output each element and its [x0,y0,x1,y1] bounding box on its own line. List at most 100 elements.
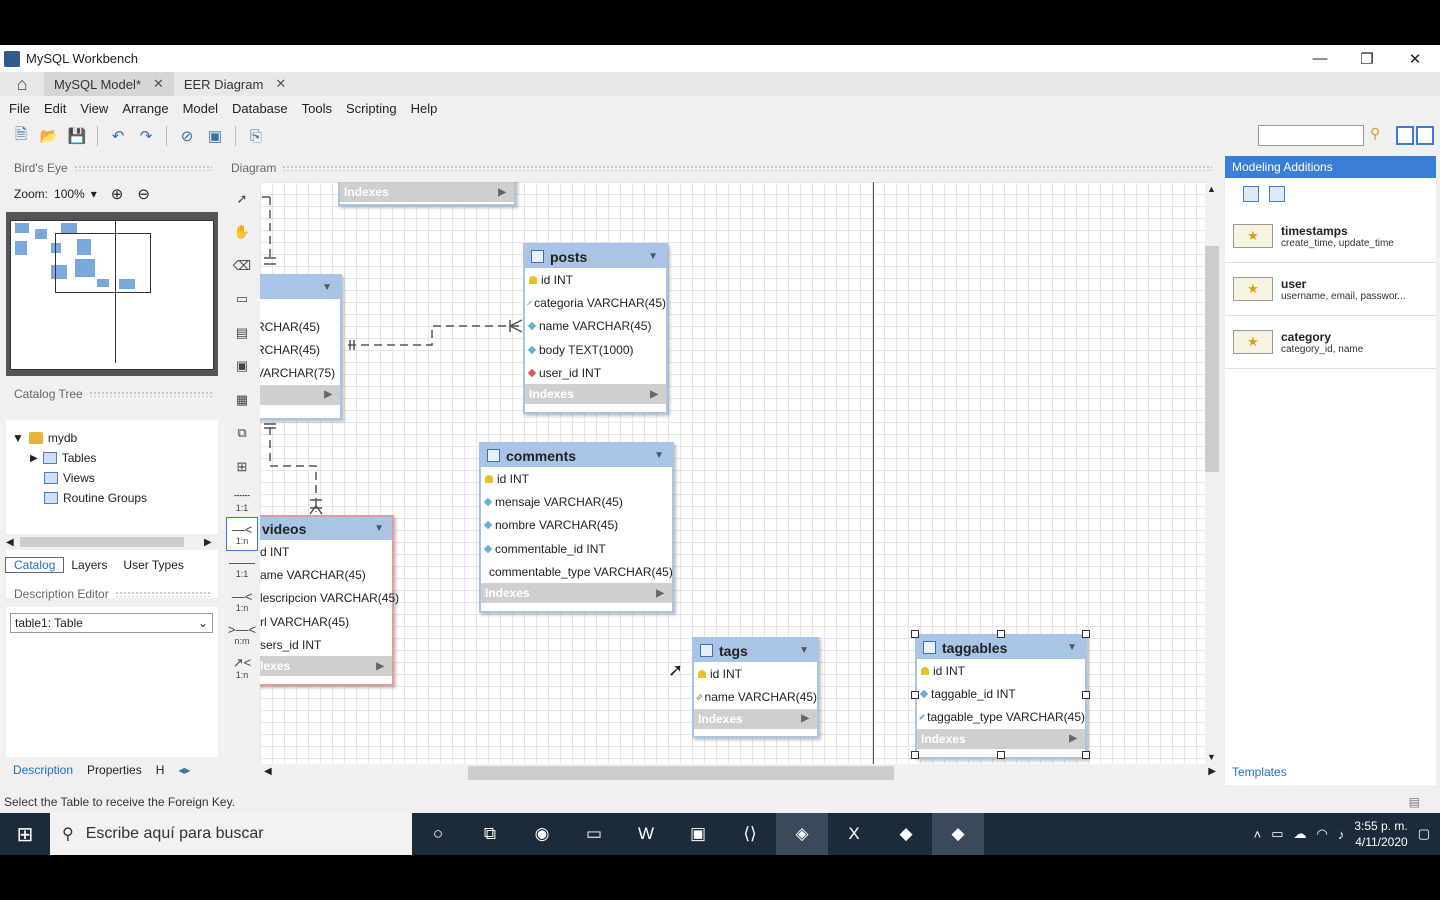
diagram-h-scrollbar[interactable]: ◀ ▶ [260,764,1218,782]
app-icon[interactable]: ◆ [932,813,984,855]
close-tab-icon[interactable]: ✕ [153,76,164,92]
tab-eer-diagram[interactable]: EER Diagram ✕ [174,72,296,96]
column-row[interactable]: sers_id INT [260,633,392,656]
task-view-icon[interactable]: ⧉ [464,813,516,855]
menu-edit[interactable]: Edit [37,101,73,116]
scroll-right-icon[interactable]: ▶ [204,537,218,548]
tree-item-tables[interactable]: ▶ Tables [12,448,218,468]
viewport-rect[interactable] [55,233,151,293]
table-header[interactable]: comments ▼ [481,444,672,467]
close-button[interactable]: ✕ [1392,45,1438,72]
table-partial-top[interactable]: Indexes ▶ [338,182,516,206]
column-row[interactable]: rl VARCHAR(45) [260,610,392,633]
notifications-icon[interactable]: ▢ [1418,826,1430,842]
resize-handle[interactable] [911,751,919,759]
new-model-icon[interactable]: 🗎 [10,125,32,147]
resize-handle[interactable] [911,691,919,699]
tab-scroll-icon[interactable]: ◂▸ [171,763,197,777]
table-tags[interactable]: tags ▼ id INT name VARCHAR(45) Indexes ▶ [692,637,819,738]
table-taggables[interactable]: taggables ▼ id INT taggable_id INT taggab… [915,634,1087,759]
windows-start-icon[interactable]: ⊞ [0,813,50,855]
collapse-arrow-icon[interactable]: ▼ [648,251,658,262]
template-user[interactable]: ★ user username, email, passwor... [1225,263,1436,316]
indexes-row[interactable]: Indexes ▶ [917,728,1085,749]
scroll-left-icon[interactable]: ◀ [264,766,272,777]
chevron-up-icon[interactable]: ˄ [1254,827,1262,842]
edit-template-icon[interactable] [1269,186,1285,202]
column-row[interactable]: taggable_id INT [917,682,1085,705]
column-row[interactable]: id INT [481,467,672,490]
zoom-out-icon[interactable]: ⊖ [137,185,150,203]
onedrive-icon[interactable]: ☁ [1293,826,1306,842]
table-header[interactable]: tags ▼ [694,639,817,662]
app-icon[interactable]: ◆ [880,813,932,855]
menu-database[interactable]: Database [225,101,295,116]
scroll-thumb[interactable] [468,766,894,780]
view-tool-icon[interactable]: ⧉ [226,417,258,451]
resize-handle[interactable] [997,751,1005,759]
search-icon[interactable]: ⚲ [1370,125,1390,146]
menu-help[interactable]: Help [404,101,445,116]
column-row[interactable]: id INT [917,659,1085,682]
tab-description[interactable]: Description [6,763,80,777]
pointer-tool-icon[interactable]: ➚ [226,182,258,216]
menu-arrange[interactable]: Arrange [115,101,175,116]
indexes-row[interactable]: ▶ [260,384,340,405]
wifi-icon[interactable]: ◠ [1316,826,1327,842]
collapse-arrow-icon[interactable]: ▼ [1067,642,1077,653]
scroll-left-icon[interactable]: ◀ [6,537,20,548]
object-select[interactable]: table1: Table ⌄ [10,613,213,633]
toggle-grid-icon[interactable]: ⊘ [176,125,198,147]
table-header[interactable]: posts ▼ [525,245,666,268]
menu-view[interactable]: View [73,101,115,116]
column-row[interactable]: commentable_id INT [481,537,672,560]
tree-item-mydb[interactable]: ▼ mydb [12,428,218,448]
close-tab-icon[interactable]: ✕ [275,76,286,92]
search-input[interactable] [1258,125,1364,146]
diagram-canvas[interactable]: Indexes ▶ ▼ RCHAR(45) RCHAR(45) VARCHAR(7… [260,182,1218,764]
collapse-arrow-icon[interactable]: ▼ [654,450,664,461]
column-row[interactable]: RCHAR(45) [260,315,340,338]
volume-icon[interactable]: ♪ [1338,827,1345,842]
routine-tool-icon[interactable]: ⊞ [226,450,258,484]
clock[interactable]: 3:55 p. m. 4/11/2020 [1354,818,1407,850]
column-row[interactable]: VARCHAR(75) [260,362,340,385]
open-model-icon[interactable]: 📂 [38,125,60,147]
indexes-row[interactable]: lexes ▶ [260,656,392,677]
column-row[interactable]: id INT [525,268,666,291]
table-header[interactable]: videos ▼ [260,517,392,540]
table-partial-left[interactable]: ▼ RCHAR(45) RCHAR(45) VARCHAR(75) ▶ [260,274,342,420]
layer-tool-icon[interactable]: ▭ [226,283,258,317]
chrome-icon[interactable]: ◉ [516,813,568,855]
restore-button[interactable]: ❐ [1344,45,1390,72]
column-row[interactable]: body TEXT(1000) [525,338,666,361]
toggle-sidebar-icon[interactable] [1396,126,1414,145]
output-icon[interactable]: ▤ [1409,795,1420,809]
rel-1-1-icon[interactable]: —— 1:1 [226,551,258,585]
image-tool-icon[interactable]: ▣ [226,350,258,384]
indexes-row[interactable]: Indexes ▶ [481,583,672,604]
column-row[interactable]: d INT [260,540,392,563]
resize-handle[interactable] [1082,751,1090,759]
column-row[interactable]: RCHAR(45) [260,338,340,361]
tree-item-routine-groups[interactable]: Routine Groups [12,488,218,508]
birdseye-view[interactable] [6,212,218,376]
eraser-tool-icon[interactable]: ⌫ [226,249,258,283]
scroll-thumb[interactable] [1205,246,1219,472]
tab-catalog[interactable]: Catalog [4,557,65,573]
indexes-row[interactable]: Indexes ▶ [340,182,514,202]
mysql-workbench-taskbar-icon[interactable]: ◈ [776,813,828,855]
tab-properties[interactable]: Properties [80,763,149,777]
tab-user-types[interactable]: User Types [115,558,191,572]
zoom-in-icon[interactable]: ⊕ [111,185,124,203]
rel-1-n-identifying-icon[interactable]: —< 1:n [226,517,258,551]
diagram-v-scrollbar[interactable]: ▲ ▼ [1205,182,1219,766]
collapse-arrow-icon[interactable]: ▼ [374,523,384,534]
collapse-icon[interactable]: ▶ [30,453,38,464]
column-row[interactable]: nombre VARCHAR(45) [481,514,672,537]
table-posts[interactable]: posts ▼ id INT categoria VARCHAR(45) name… [523,243,668,414]
table-header[interactable]: ▼ [260,276,340,299]
table-videos[interactable]: videos ▼ d INT ame VARCHAR(45) lescripcio… [260,515,399,686]
undo-icon[interactable]: ↶ [107,125,129,147]
resize-handle[interactable] [1082,691,1090,699]
